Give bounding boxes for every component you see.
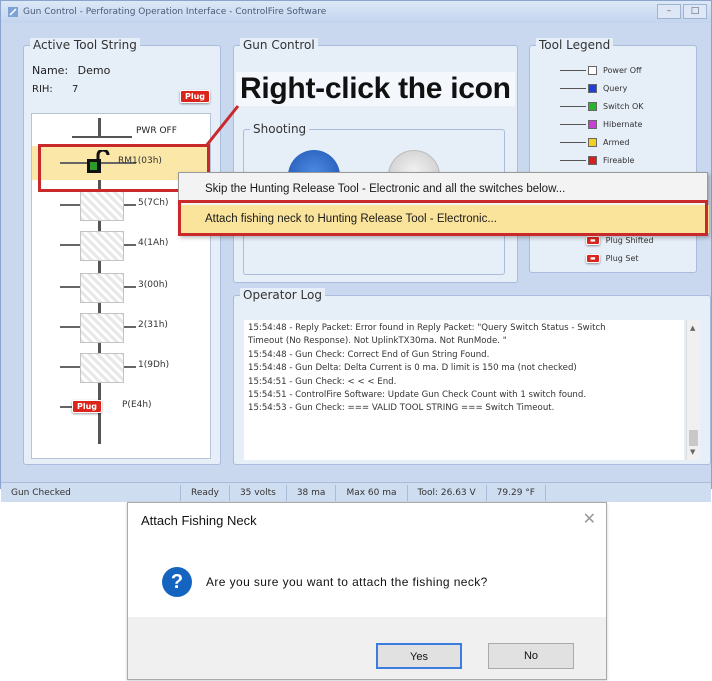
legend-item-fireable: Fireable [560,152,634,168]
dialog-body: ? Are you sure you want to attach the fi… [128,551,606,613]
gun-control-legend: Gun Control [240,38,318,52]
operator-log-legend: Operator Log [240,288,325,302]
legend-item-power-off: Power Off [560,62,642,78]
log-line: 15:54:51 - Gun Check: < < < End. [248,376,397,387]
tool-legend-legend: Tool Legend [536,38,614,52]
shooting-legend: Shooting [250,122,310,136]
legend-label: Fireable [603,155,635,165]
tool-label: 3(00h) [138,280,168,290]
plug-set-icon: ▬ [586,253,600,263]
hibernate-swatch [588,119,597,129]
pwr-bar [72,136,132,138]
tool-row-2[interactable]: 2(31h) [32,310,210,344]
gun-icon [80,273,124,303]
tool-row-3[interactable]: 3(00h) [32,270,210,304]
legend-label: Plug Set [605,253,639,263]
menu-item-skip-hunting-release[interactable]: Skip the Hunting Release Tool - Electron… [179,175,709,203]
callout-connector [204,105,240,147]
scroll-thumb[interactable] [689,430,698,446]
legend-label: Power Off [603,65,642,75]
legend-item-armed: Armed [560,134,629,150]
log-line: 15:54:48 - Reply Packet: Error found in … [248,323,606,333]
legend-item-plug-set: ▬ Plug Set [586,250,639,266]
gun-icon [80,353,124,383]
tool-label: 1(9Dh) [138,360,170,370]
legend-label: Switch OK [603,101,644,111]
close-icon[interactable]: ✕ [583,509,596,528]
name-label: Name: [32,64,69,77]
legend-label: Armed [603,137,630,147]
switch-ok-swatch [588,101,597,111]
legend-label: Hibernate [603,119,643,129]
operator-log-text[interactable]: 15:54:48 - Reply Packet: Error found in … [244,320,684,460]
instruction-callout: Right-click the icon [236,72,515,106]
status-ma: 38 ma [287,484,337,501]
dialog-title: Attach Fishing Neck [141,513,257,528]
name-row: Name: Demo [32,64,110,77]
tool-legend-panel: Tool Legend Power Off Query Switch OK Hi… [529,38,697,273]
maximize-button[interactable]: □ [683,4,707,19]
question-icon: ? [162,567,192,597]
gun-icon [80,191,124,221]
gun-icon [80,313,124,343]
tool-row-plug[interactable]: Plug P(E4h) [32,390,210,424]
legend-item-hibernate: Hibernate [560,116,642,132]
log-line: 15:54:51 - ControlFire Software: Update … [248,390,587,401]
legend-item-query: Query [560,80,627,96]
rih-label: RIH: [32,84,53,95]
log-line: 15:54:53 - Gun Check: === VALID TOOL STR… [248,403,555,414]
tool-row-1[interactable]: 1(9Dh) [32,350,210,384]
armed-swatch [588,137,597,147]
gun-icon [80,231,124,261]
log-scrollbar[interactable]: ▲ ▼ [686,320,700,460]
dialog-footer: Yes No [128,617,606,679]
status-temperature: 79.29 °F [487,484,546,501]
scroll-up-icon[interactable]: ▲ [690,324,695,332]
legend-item-switch-ok: Switch OK [560,98,644,114]
name-value: Demo [77,64,111,77]
query-swatch [588,83,597,93]
dialog-message: Are you sure you want to attach the fish… [206,575,488,589]
status-bar: Gun Checked Ready 35 volts 38 ma Max 60 … [1,482,711,502]
tool-label: 5(7Ch) [138,198,169,208]
operator-log-panel: Operator Log 15:54:48 - Reply Packet: Er… [233,288,711,465]
log-line: Timeout (No Response). Not UplinkTX30ma.… [248,336,507,347]
plug-badge-bottom: Plug [72,400,103,413]
minimize-button[interactable]: – [657,4,681,19]
attach-fishing-neck-dialog: Attach Fishing Neck ✕ ? Are you sure you… [127,502,607,680]
yes-button[interactable]: Yes [376,643,462,669]
rih-row: RIH: 7 [32,84,78,95]
pwr-off-label: PWR OFF [136,126,177,136]
fireable-swatch [588,155,597,165]
tool-label: 4(1Ah) [138,238,169,248]
rih-value: 7 [71,84,79,95]
status-gun-checked: Gun Checked [1,484,181,501]
power-off-swatch [588,65,597,75]
no-button[interactable]: No [488,643,574,669]
log-line: 15:54:48 - Gun Delta: Delta Current is 0… [248,363,577,374]
scroll-down-icon[interactable]: ▼ [690,448,695,456]
status-ready: Ready [181,484,230,501]
status-tool-voltage: Tool: 26.63 V [408,484,487,501]
active-tool-string-legend: Active Tool String [30,38,140,52]
menu-highlight-box [178,200,708,236]
title-bar: Gun Control - Perforating Operation Inte… [1,1,711,23]
plug-shifted-icon: ▬ [586,235,600,245]
app-icon [8,7,18,17]
legend-label: Plug Shifted [605,235,654,245]
tool-label: 2(31h) [138,320,168,330]
log-line: 15:54:48 - Gun Check: Correct End of Gun… [248,349,490,360]
legend-label: Query [603,83,628,93]
tool-label: P(E4h) [122,400,152,410]
status-max-ma: Max 60 ma [336,484,408,501]
window-title: Gun Control - Perforating Operation Inte… [23,7,327,17]
status-volts: 35 volts [230,484,287,501]
pwr-line [98,118,101,138]
